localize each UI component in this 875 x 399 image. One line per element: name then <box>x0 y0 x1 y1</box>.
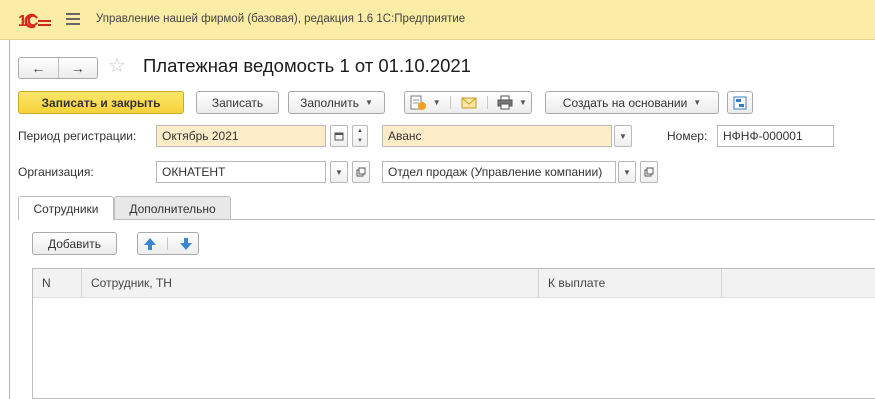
open-link-icon[interactable] <box>640 161 658 183</box>
table-header: N Сотрудник, ТН К выплате <box>33 269 875 298</box>
app-titlebar: 1С Управление нашей фирмой (базовая), ре… <box>0 0 875 40</box>
chevron-down-icon: ▼ <box>365 98 373 107</box>
save-button[interactable]: Записать <box>196 91 279 114</box>
period-label: Период регистрации: <box>18 129 137 143</box>
tab-employees[interactable]: Сотрудники <box>18 196 114 220</box>
1c-logo-icon: 1С <box>18 13 51 30</box>
window-left-border <box>9 40 10 399</box>
tab-additional[interactable]: Дополнительно <box>114 196 231 220</box>
back-button[interactable]: ← <box>19 58 58 78</box>
organization-label: Организация: <box>18 165 94 179</box>
organization-field[interactable]: ОКНАТЕНТ <box>156 161 326 183</box>
number-field[interactable]: НФНФ-000001 <box>717 125 834 147</box>
document-attach-icon[interactable] <box>409 95 427 111</box>
tab-divider <box>18 219 875 220</box>
department-field[interactable]: Отдел продаж (Управление компании) <box>382 161 616 183</box>
document-structure-icon <box>733 96 747 109</box>
create-based-on-label: Создать на основании <box>562 95 688 110</box>
forward-button[interactable]: → <box>57 58 98 78</box>
open-link-icon[interactable] <box>352 161 370 183</box>
attachments-print-group: ▼ ▼ <box>404 91 532 114</box>
chevron-down-icon: ▼ <box>693 98 702 107</box>
calendar-icon[interactable] <box>330 125 348 147</box>
fill-button[interactable]: Заполнить ▼ <box>288 91 385 114</box>
save-and-close-button[interactable]: Записать и закрыть <box>18 91 184 114</box>
move-up-arrow-icon[interactable] <box>143 237 157 251</box>
move-down-arrow-icon[interactable] <box>179 237 193 251</box>
chevron-down-icon[interactable]: ▼ <box>519 98 527 107</box>
chevron-down-icon[interactable]: ▼ <box>330 161 348 183</box>
chevron-down-icon[interactable]: ▼ <box>433 98 441 107</box>
column-header-employee[interactable]: Сотрудник, ТН <box>82 269 539 297</box>
chevron-down-icon[interactable]: ▼ <box>614 125 632 147</box>
app-title: Управление нашей фирмой (базовая), редак… <box>96 13 466 25</box>
print-icon[interactable] <box>497 95 513 110</box>
email-icon[interactable] <box>461 97 477 109</box>
number-label: Номер: <box>667 129 708 143</box>
main-menu-icon[interactable] <box>66 13 80 25</box>
add-row-button[interactable]: Добавить <box>32 232 117 255</box>
page-title: Платежная ведомость 1 от 01.10.2021 <box>143 55 471 76</box>
document-type-field[interactable]: Аванс <box>382 125 612 147</box>
fill-button-label: Заполнить <box>300 95 359 110</box>
chevron-down-icon[interactable]: ▼ <box>618 161 636 183</box>
period-field[interactable]: Октябрь 2021 <box>156 125 326 147</box>
favorite-star-icon[interactable]: ☆ <box>108 55 126 77</box>
structure-button[interactable] <box>727 91 753 114</box>
column-header-number[interactable]: N <box>33 269 82 297</box>
column-header-payout[interactable]: К выплате <box>539 269 722 297</box>
period-stepper[interactable]: ▲ ▼ <box>352 125 368 147</box>
employees-table[interactable]: N Сотрудник, ТН К выплате <box>32 268 875 399</box>
column-header-empty <box>722 269 875 297</box>
move-buttons-group <box>137 232 199 255</box>
create-based-on-button[interactable]: Создать на основании ▼ <box>545 91 719 114</box>
navigation-group: ← → <box>18 57 98 79</box>
